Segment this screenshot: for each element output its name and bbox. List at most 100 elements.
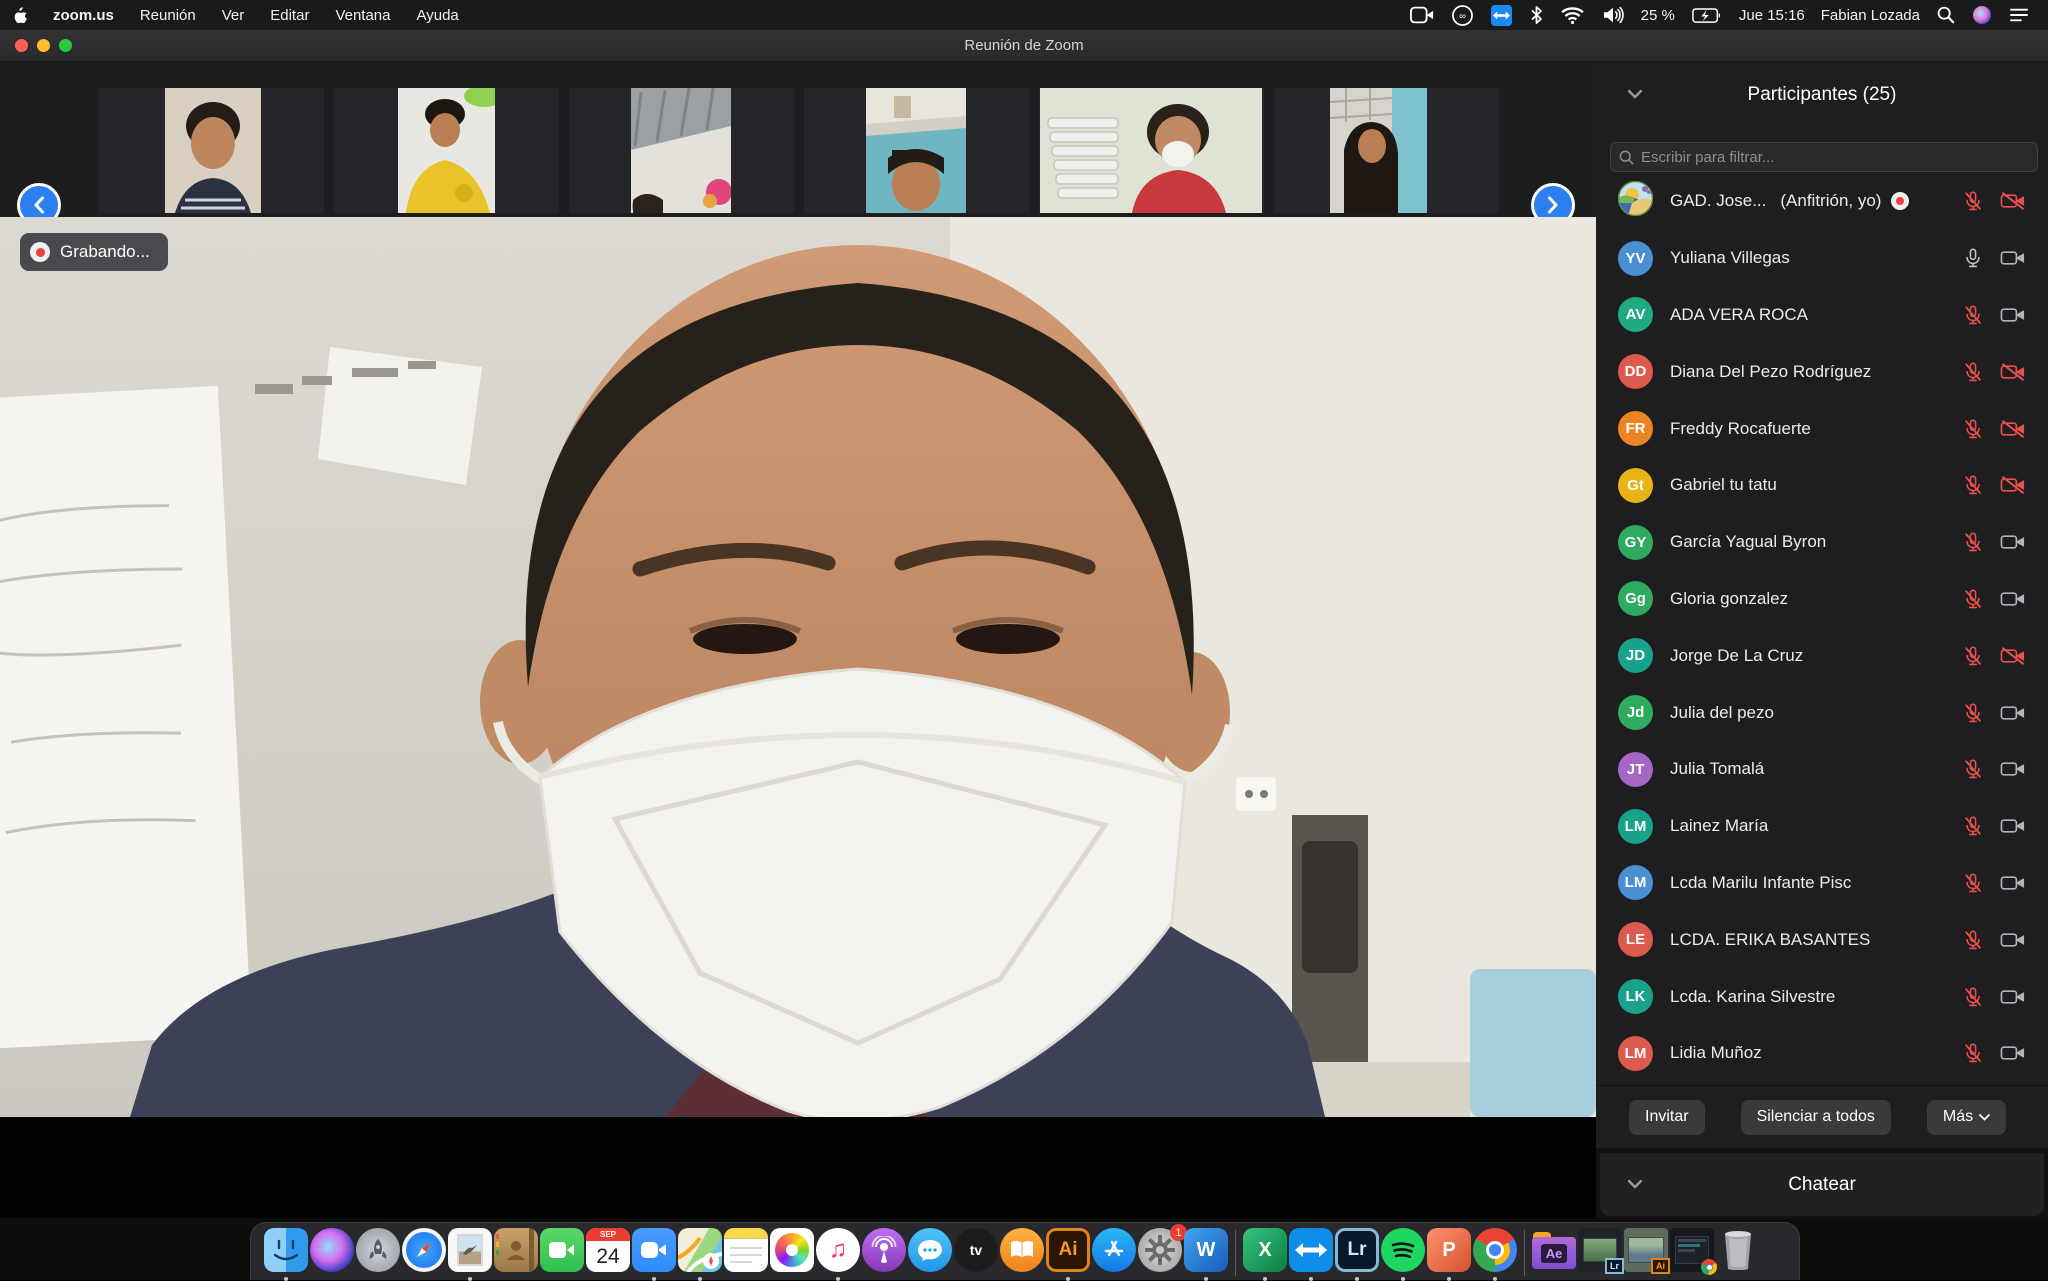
invite-button[interactable]: Invitar bbox=[1629, 1100, 1705, 1135]
video-thumbnail[interactable] bbox=[631, 88, 731, 213]
dock-finder-icon[interactable] bbox=[263, 1228, 309, 1281]
participant-row[interactable]: LMLcda Marilu Infante Pisc bbox=[1596, 855, 2048, 912]
menu-reuni-n[interactable]: Reunión bbox=[127, 0, 209, 30]
chat-section[interactable]: Chatear bbox=[1600, 1153, 2044, 1216]
dock-music-icon[interactable]: ♫ bbox=[815, 1228, 861, 1281]
camera-icon[interactable] bbox=[2000, 304, 2026, 326]
dock-zoom-icon[interactable] bbox=[631, 1228, 677, 1281]
mic-muted-icon[interactable] bbox=[1962, 531, 1984, 553]
creative-cloud-icon[interactable]: ∞ bbox=[1443, 0, 1482, 30]
dock-doc-illustrator-icon[interactable]: Ai bbox=[1623, 1228, 1669, 1281]
dock-settings-icon[interactable]: 1 bbox=[1137, 1228, 1183, 1281]
mic-muted-icon[interactable] bbox=[1962, 418, 1984, 440]
dock-doc-lightroom-icon[interactable]: Lr bbox=[1577, 1228, 1623, 1281]
dock-appstore-icon[interactable] bbox=[1091, 1228, 1137, 1281]
video-thumbnail[interactable] bbox=[398, 88, 495, 213]
wifi-icon[interactable] bbox=[1552, 0, 1593, 30]
mic-muted-icon[interactable] bbox=[1962, 588, 1984, 610]
participants-search[interactable] bbox=[1610, 142, 2038, 172]
video-thumbnail[interactable] bbox=[1040, 88, 1262, 213]
dock-podcasts-icon[interactable] bbox=[861, 1228, 907, 1281]
participant-row[interactable]: YVYuliana Villegas bbox=[1596, 230, 2048, 287]
participant-row[interactable]: LMLidia Muñoz bbox=[1596, 1025, 2048, 1082]
dock-calendar-icon[interactable]: SEP24 bbox=[585, 1228, 631, 1281]
mic-muted-icon[interactable] bbox=[1962, 304, 1984, 326]
mic-muted-icon[interactable] bbox=[1962, 190, 1984, 212]
dock-excel-icon[interactable]: X bbox=[1242, 1228, 1288, 1281]
mic-muted-icon[interactable] bbox=[1962, 815, 1984, 837]
mic-muted-icon[interactable] bbox=[1962, 702, 1984, 724]
video-status-icon[interactable] bbox=[1401, 0, 1443, 30]
menu-ver[interactable]: Ver bbox=[209, 0, 258, 30]
mic-muted-icon[interactable] bbox=[1962, 758, 1984, 780]
participant-row[interactable]: DDDiana Del Pezo Rodríguez bbox=[1596, 343, 2048, 400]
notification-center-icon[interactable] bbox=[2000, 0, 2038, 30]
mic-muted-icon[interactable] bbox=[1962, 986, 1984, 1008]
participant-row[interactable]: GAD. Jose...(Anfitrión, yo) bbox=[1596, 173, 2048, 230]
dock-ae-folder-icon[interactable]: Ae bbox=[1531, 1228, 1577, 1281]
dock-launchpad-icon[interactable] bbox=[355, 1228, 401, 1281]
mic-muted-icon[interactable] bbox=[1962, 645, 1984, 667]
participant-row[interactable]: GtGabriel tu tatu bbox=[1596, 457, 2048, 514]
menu-editar[interactable]: Editar bbox=[257, 0, 322, 30]
video-thumbnail[interactable] bbox=[866, 88, 966, 213]
menu-ventana[interactable]: Ventana bbox=[322, 0, 403, 30]
volume-icon[interactable] bbox=[1593, 0, 1633, 30]
camera-icon[interactable] bbox=[2000, 247, 2026, 269]
menu-user-name[interactable]: Fabian Lozada bbox=[1813, 7, 1928, 24]
video-thumbnail[interactable] bbox=[1330, 88, 1427, 213]
participant-row[interactable]: JdJulia del pezo bbox=[1596, 684, 2048, 741]
participant-row[interactable]: JDJorge De La Cruz bbox=[1596, 627, 2048, 684]
mic-muted-icon[interactable] bbox=[1962, 361, 1984, 383]
camera-off-icon[interactable] bbox=[2000, 418, 2026, 440]
dock-trash-icon[interactable] bbox=[1715, 1228, 1761, 1281]
dock-powerpoint-icon[interactable]: P bbox=[1426, 1228, 1472, 1281]
camera-off-icon[interactable] bbox=[2000, 190, 2026, 212]
dock-lightroom-icon[interactable]: Lr bbox=[1334, 1228, 1380, 1281]
apple-menu[interactable] bbox=[0, 0, 40, 30]
siri-icon[interactable] bbox=[1964, 0, 2000, 30]
participant-row[interactable]: GYGarcía Yagual Byron bbox=[1596, 514, 2048, 571]
dock-word-icon[interactable]: W bbox=[1183, 1228, 1229, 1281]
camera-icon[interactable] bbox=[2000, 815, 2026, 837]
camera-icon[interactable] bbox=[2000, 872, 2026, 894]
camera-icon[interactable] bbox=[2000, 531, 2026, 553]
mic-muted-icon[interactable] bbox=[1962, 1042, 1984, 1064]
participant-row[interactable]: GgGloria gonzalez bbox=[1596, 571, 2048, 628]
dock-books-icon[interactable] bbox=[999, 1228, 1045, 1281]
participant-row[interactable]: AVADA VERA ROCA bbox=[1596, 287, 2048, 344]
spotlight-icon[interactable] bbox=[1928, 0, 1964, 30]
participant-row[interactable]: JTJulia Tomalá bbox=[1596, 741, 2048, 798]
camera-icon[interactable] bbox=[2000, 929, 2026, 951]
dock-siri-icon[interactable] bbox=[309, 1228, 355, 1281]
teamviewer-status-icon[interactable] bbox=[1482, 0, 1521, 30]
menu-clock[interactable]: Jue 15:16 bbox=[1731, 7, 1813, 24]
camera-off-icon[interactable] bbox=[2000, 645, 2026, 667]
dock-messages-icon[interactable] bbox=[907, 1228, 953, 1281]
camera-icon[interactable] bbox=[2000, 1042, 2026, 1064]
dock-safari-icon[interactable] bbox=[401, 1228, 447, 1281]
video-thumbnail[interactable] bbox=[165, 88, 261, 213]
dock-contacts-icon[interactable] bbox=[493, 1228, 539, 1281]
participant-row[interactable]: LKLcda. Karina Silvestre bbox=[1596, 968, 2048, 1025]
participant-row[interactable]: FRFreddy Rocafuerte bbox=[1596, 400, 2048, 457]
dock-maps-icon[interactable] bbox=[677, 1228, 723, 1281]
camera-icon[interactable] bbox=[2000, 986, 2026, 1008]
dock-facetime-icon[interactable] bbox=[539, 1228, 585, 1281]
camera-icon[interactable] bbox=[2000, 588, 2026, 610]
dock-photos-icon[interactable] bbox=[769, 1228, 815, 1281]
participants-filter-input[interactable] bbox=[1641, 149, 2029, 166]
dock-spotify-icon[interactable] bbox=[1380, 1228, 1426, 1281]
mic-muted-icon[interactable] bbox=[1962, 929, 1984, 951]
menu-zoom-us[interactable]: zoom.us bbox=[40, 0, 127, 30]
mic-muted-icon[interactable] bbox=[1962, 474, 1984, 496]
camera-icon[interactable] bbox=[2000, 702, 2026, 724]
mic-icon[interactable] bbox=[1962, 247, 1984, 269]
camera-off-icon[interactable] bbox=[2000, 361, 2026, 383]
camera-icon[interactable] bbox=[2000, 758, 2026, 780]
camera-off-icon[interactable] bbox=[2000, 474, 2026, 496]
menu-ayuda[interactable]: Ayuda bbox=[404, 0, 472, 30]
dock-appletv-icon[interactable]: tv bbox=[953, 1228, 999, 1281]
dock-chrome-icon[interactable] bbox=[1472, 1228, 1518, 1281]
dock-teamviewer-icon[interactable] bbox=[1288, 1228, 1334, 1281]
